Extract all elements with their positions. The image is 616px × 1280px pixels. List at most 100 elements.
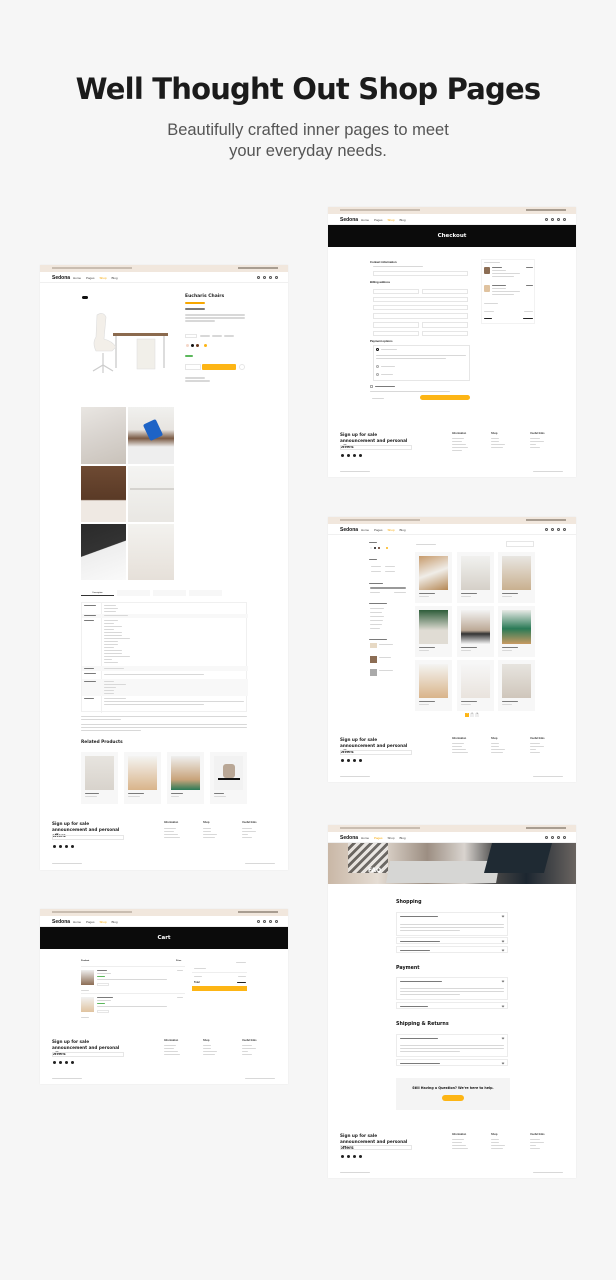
search-icon[interactable] — [545, 218, 548, 221]
tab-3[interactable] — [153, 590, 186, 596]
search-icon[interactable] — [257, 920, 260, 923]
add-note-checkbox[interactable] — [370, 385, 373, 388]
social-icon[interactable] — [71, 845, 74, 848]
social-icon[interactable] — [53, 1061, 56, 1064]
related-product-card[interactable] — [81, 752, 118, 804]
proceed-to-checkout-button[interactable] — [192, 986, 247, 991]
nav-shop[interactable]: Shop — [100, 276, 107, 280]
nav-pages[interactable]: Pages — [86, 276, 95, 280]
social-icon[interactable] — [353, 1155, 356, 1158]
product-card[interactable] — [457, 606, 494, 657]
social-icon[interactable] — [53, 845, 56, 848]
color-swatch[interactable] — [191, 344, 194, 347]
social-icon[interactable] — [341, 454, 344, 457]
quantity-stepper[interactable] — [185, 364, 201, 370]
social-icon[interactable] — [359, 454, 362, 457]
color-filter[interactable] — [386, 547, 388, 549]
product-page-preview[interactable]: Sedona Home Pages Shop Blog Eucharis Cha… — [40, 265, 288, 870]
color-swatch[interactable] — [204, 344, 207, 347]
faq-item-expanded[interactable] — [396, 977, 508, 1000]
color-filter[interactable] — [374, 547, 376, 549]
shop-page-preview[interactable]: Sedona Home Pages Shop Blog 1 2 3 Sign u… — [328, 517, 576, 782]
last-name-input[interactable] — [422, 289, 468, 294]
nav-pages[interactable]: Pages — [374, 218, 383, 222]
cart-icon[interactable] — [563, 218, 566, 221]
radio-option[interactable] — [376, 365, 379, 368]
search-icon[interactable] — [257, 276, 260, 279]
user-icon[interactable] — [551, 218, 554, 221]
product-card[interactable] — [415, 606, 452, 657]
nav-pages[interactable]: Pages — [374, 528, 383, 532]
faq-page-preview[interactable]: Sedona Home Pages Shop Blog FAQ Shopping… — [328, 825, 576, 1178]
color-filter[interactable] — [370, 547, 372, 549]
faq-item-expanded[interactable] — [396, 912, 508, 936]
heart-icon[interactable] — [269, 920, 272, 923]
user-icon[interactable] — [551, 528, 554, 531]
social-icon[interactable] — [347, 454, 350, 457]
search-icon[interactable] — [545, 528, 548, 531]
social-icon[interactable] — [347, 1155, 350, 1158]
product-card[interactable] — [457, 660, 494, 711]
user-icon[interactable] — [551, 836, 554, 839]
footer-email-input[interactable] — [340, 1145, 412, 1150]
nav-shop[interactable]: Shop — [100, 920, 107, 924]
footer-email-input[interactable] — [52, 1052, 124, 1057]
nav-shop[interactable]: Shop — [388, 218, 395, 222]
social-icon[interactable] — [341, 1155, 344, 1158]
product-card[interactable] — [457, 552, 494, 603]
sort-select[interactable] — [506, 541, 534, 547]
social-icon[interactable] — [65, 845, 68, 848]
user-icon[interactable] — [263, 920, 266, 923]
product-card[interactable] — [498, 552, 535, 603]
add-to-cart-button[interactable] — [202, 364, 236, 370]
heart-icon[interactable] — [557, 218, 560, 221]
social-icon[interactable] — [353, 454, 356, 457]
faq-item[interactable] — [396, 1002, 508, 1009]
product-card[interactable] — [498, 660, 535, 711]
social-icon[interactable] — [71, 1061, 74, 1064]
country-select[interactable] — [373, 313, 468, 319]
color-filter[interactable] — [378, 547, 380, 549]
page-1-button[interactable]: 1 — [465, 713, 469, 717]
tab-2[interactable] — [117, 590, 150, 596]
nav-blog[interactable]: Blog — [400, 528, 406, 532]
state-select[interactable] — [422, 322, 468, 328]
zip-input[interactable] — [373, 331, 419, 336]
heart-icon[interactable] — [557, 836, 560, 839]
product-card[interactable] — [415, 552, 452, 603]
nav-home[interactable]: Home — [361, 218, 369, 222]
page-2-button[interactable]: 2 — [470, 713, 474, 717]
heart-icon[interactable] — [269, 276, 272, 279]
nav-blog[interactable]: Blog — [400, 218, 406, 222]
cart-icon[interactable] — [275, 276, 278, 279]
user-icon[interactable] — [263, 276, 266, 279]
faq-item[interactable] — [396, 946, 508, 953]
nav-home[interactable]: Home — [73, 276, 81, 280]
nav-home[interactable]: Home — [361, 528, 369, 532]
cart-icon[interactable] — [563, 836, 566, 839]
faq-item[interactable] — [396, 1059, 508, 1066]
nav-shop[interactable]: Shop — [388, 836, 395, 840]
nav-blog[interactable]: Blog — [112, 920, 118, 924]
nav-home[interactable]: Home — [361, 836, 369, 840]
color-swatch[interactable] — [186, 344, 189, 347]
footer-email-input[interactable] — [52, 835, 124, 840]
social-icon[interactable] — [59, 845, 62, 848]
nav-blog[interactable]: Blog — [112, 276, 118, 280]
price-slider[interactable] — [370, 587, 406, 589]
search-icon[interactable] — [545, 836, 548, 839]
color-swatch[interactable] — [196, 344, 199, 347]
size-option-1[interactable] — [185, 334, 197, 338]
tab-4[interactable] — [189, 590, 222, 596]
cart-icon[interactable] — [275, 920, 278, 923]
faq-item[interactable] — [396, 937, 508, 944]
social-icon[interactable] — [341, 759, 344, 762]
heart-icon[interactable] — [557, 528, 560, 531]
apartment-input[interactable] — [373, 305, 468, 310]
social-icon[interactable] — [59, 1061, 62, 1064]
wishlist-button[interactable] — [239, 364, 245, 370]
contact-us-button[interactable] — [442, 1095, 464, 1101]
email-input[interactable] — [373, 271, 468, 276]
related-product-card[interactable] — [124, 752, 161, 804]
social-icon[interactable] — [353, 759, 356, 762]
